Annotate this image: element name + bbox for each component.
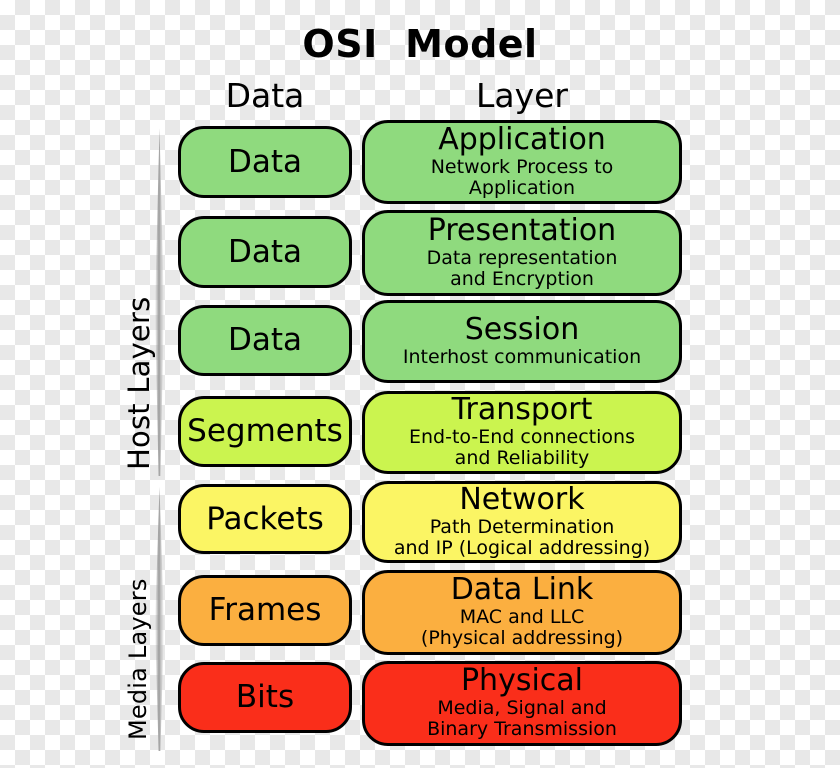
pdu-label: Data bbox=[227, 233, 303, 270]
layer-box[interactable]: Network Path Determination and IP (Logical… bbox=[362, 481, 682, 563]
pdu-box[interactable]: Data bbox=[178, 126, 352, 198]
page-title: OSI Model bbox=[302, 22, 538, 66]
column-header-layer: Layer bbox=[475, 76, 568, 115]
layer-box[interactable]: Data Link MAC and LLC (Physical addressing… bbox=[362, 570, 682, 655]
pdu-box[interactable]: Frames bbox=[178, 575, 352, 646]
layer-name: Application bbox=[438, 121, 606, 157]
layer-name: Network bbox=[459, 481, 585, 517]
layer-description: MAC and LLC (Physical addressing) bbox=[420, 606, 624, 650]
layer-description: Data representation and Encryption bbox=[426, 246, 618, 290]
layer-name: Presentation bbox=[427, 212, 617, 248]
layer-name: Physical bbox=[460, 663, 584, 699]
pdu-label: Data bbox=[227, 143, 303, 180]
layer-name: Transport bbox=[451, 392, 593, 428]
pdu-label: Frames bbox=[208, 592, 322, 628]
layer-box[interactable]: Presentation Data representation and Encry… bbox=[362, 210, 682, 296]
host-layers-bracket bbox=[155, 128, 164, 476]
pdu-box[interactable]: Data bbox=[178, 216, 352, 288]
osi-model-diagram: OSI Model Data Layer Host Layers Media L… bbox=[0, 0, 840, 768]
column-header-data: Data bbox=[225, 76, 305, 115]
pdu-box[interactable]: Data bbox=[178, 305, 352, 376]
pdu-box[interactable]: Packets bbox=[178, 484, 352, 554]
layer-name: Data Link bbox=[450, 572, 594, 608]
pdu-box[interactable]: Segments bbox=[178, 396, 352, 467]
layer-box[interactable]: Transport End-to-End connections and Relia… bbox=[362, 391, 682, 474]
pdu-box[interactable]: Bits bbox=[178, 662, 352, 733]
layer-box[interactable]: Application Network Process to Application bbox=[362, 120, 682, 204]
layer-box[interactable]: Session Interhost communication bbox=[362, 300, 682, 383]
group-label-host-layers: Host Layers bbox=[122, 296, 156, 470]
layer-description: Network Process to Application bbox=[430, 155, 614, 199]
pdu-label: Data bbox=[227, 322, 303, 358]
media-layers-bracket bbox=[155, 487, 164, 751]
pdu-label: Segments bbox=[187, 413, 343, 449]
layer-name: Session bbox=[464, 312, 580, 348]
layer-description: Interhost communication bbox=[402, 345, 642, 368]
layer-description: Media, Signal and Binary Transmission bbox=[427, 697, 617, 741]
layer-box[interactable]: Physical Media, Signal and Binary Transmis… bbox=[362, 661, 682, 746]
layer-description: Path Determination and IP (Logical addres… bbox=[393, 515, 651, 559]
layer-description: End-to-End connections and Reliability bbox=[409, 426, 635, 470]
pdu-label: Packets bbox=[206, 500, 324, 537]
pdu-label: Bits bbox=[235, 679, 295, 715]
group-label-media-layers: Media Layers bbox=[124, 578, 152, 740]
